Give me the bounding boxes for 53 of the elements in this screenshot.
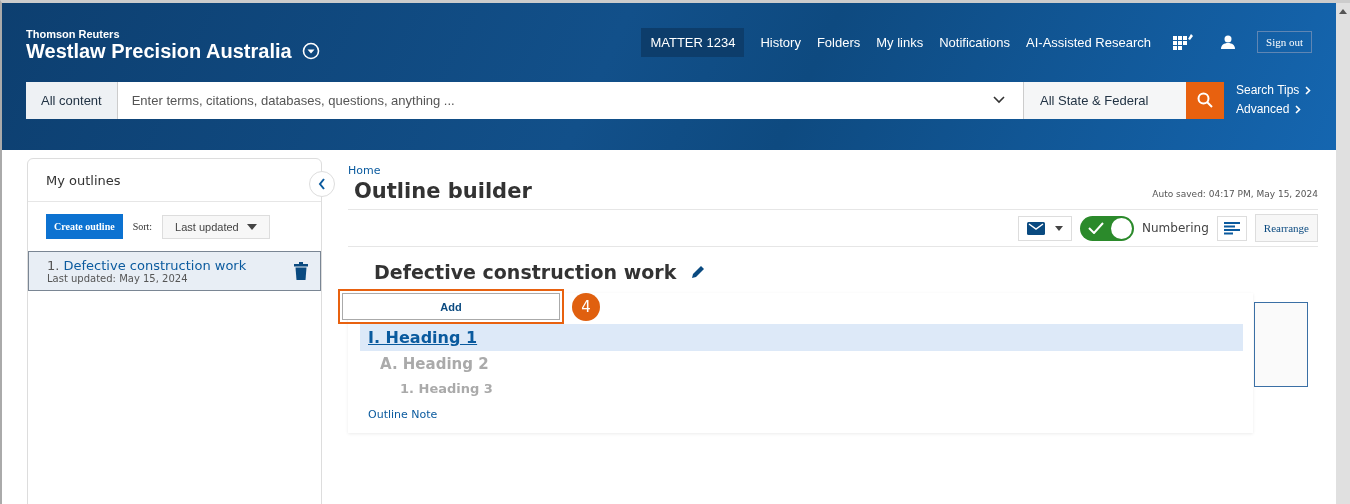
auto-saved-text: Auto saved: 04:17 PM, May 15, 2024 (1152, 189, 1318, 201)
panel-title: My outlines (46, 172, 121, 188)
breadcrumb-link[interactable]: Home (348, 164, 1318, 177)
scroll-up-icon[interactable] (1339, 9, 1347, 14)
content-scope-button[interactable]: All content (26, 81, 118, 119)
apps-grid-icon[interactable] (1173, 34, 1193, 50)
trash-icon[interactable] (294, 262, 308, 280)
sort-dropdown[interactable]: Last updated (162, 214, 270, 239)
search-link[interactable]: Advanced (1236, 100, 1312, 119)
checkmark-icon (1088, 222, 1105, 234)
search-icon (1197, 92, 1213, 108)
chevron-right-icon (1305, 86, 1312, 95)
scrollbar[interactable] (1336, 3, 1350, 504)
chevron-left-icon (318, 178, 326, 190)
outline-heading[interactable]: I. Heading 1 (360, 324, 1243, 351)
caret-icon (246, 223, 257, 230)
nav-link[interactable]: History (760, 34, 801, 50)
nav-link[interactable]: Notifications (939, 34, 1010, 50)
page-title: Outline builder (354, 179, 532, 203)
company-name: Thomson Reuters (26, 27, 121, 40)
rearrange-button[interactable]: Rearrange (1254, 214, 1318, 242)
matter-link[interactable]: MATTER 1234 (641, 27, 745, 57)
caret-icon (1055, 225, 1064, 231)
numbering-label: Numbering (1142, 221, 1209, 235)
nav-link[interactable]: Folders (816, 34, 861, 50)
chevron-down-icon[interactable] (993, 96, 1005, 104)
search-button[interactable] (1186, 81, 1224, 119)
align-button[interactable] (1216, 215, 1247, 241)
create-outline-button[interactable]: Create outline (46, 214, 123, 239)
align-left-icon (1223, 221, 1240, 235)
outline-title: Defective construction work (374, 261, 677, 283)
envelope-icon (1027, 221, 1046, 235)
numbering-toggle[interactable] (1080, 215, 1135, 241)
dropdown-icon[interactable] (301, 42, 320, 60)
outline-item-date: Last updated: May 15, 2024 (47, 273, 189, 284)
email-dropdown-button[interactable] (1018, 215, 1073, 241)
pencil-icon[interactable] (690, 264, 707, 280)
sign-out-button[interactable]: Sign out (1257, 31, 1312, 53)
outline-note-link[interactable]: Outline Note (368, 408, 1243, 421)
search-link[interactable]: Search Tips (1236, 81, 1312, 100)
nav-link[interactable]: AI-Assisted Research (1026, 34, 1151, 50)
step-badge: 4 (572, 292, 600, 321)
add-button[interactable]: Add (342, 293, 560, 320)
jurisdiction-button[interactable]: All State & Federal (1023, 81, 1186, 119)
product-name: Westlaw Precision Australia (26, 39, 292, 63)
user-icon[interactable] (1221, 35, 1235, 49)
chevron-right-icon (1295, 105, 1302, 114)
outline-list-item[interactable]: 1. Defective construction work Last updated: May 15, 2024 (28, 251, 321, 291)
search-bar[interactable]: All content Enter terms, citations, databases, questions, anything ... All State & Federal (26, 81, 1224, 119)
outline-item-title: 1. Defective construction work (47, 258, 247, 273)
sort-label: Sort: (132, 221, 153, 232)
collapse-button[interactable] (309, 171, 335, 197)
nav-link[interactable]: My links (876, 34, 924, 50)
